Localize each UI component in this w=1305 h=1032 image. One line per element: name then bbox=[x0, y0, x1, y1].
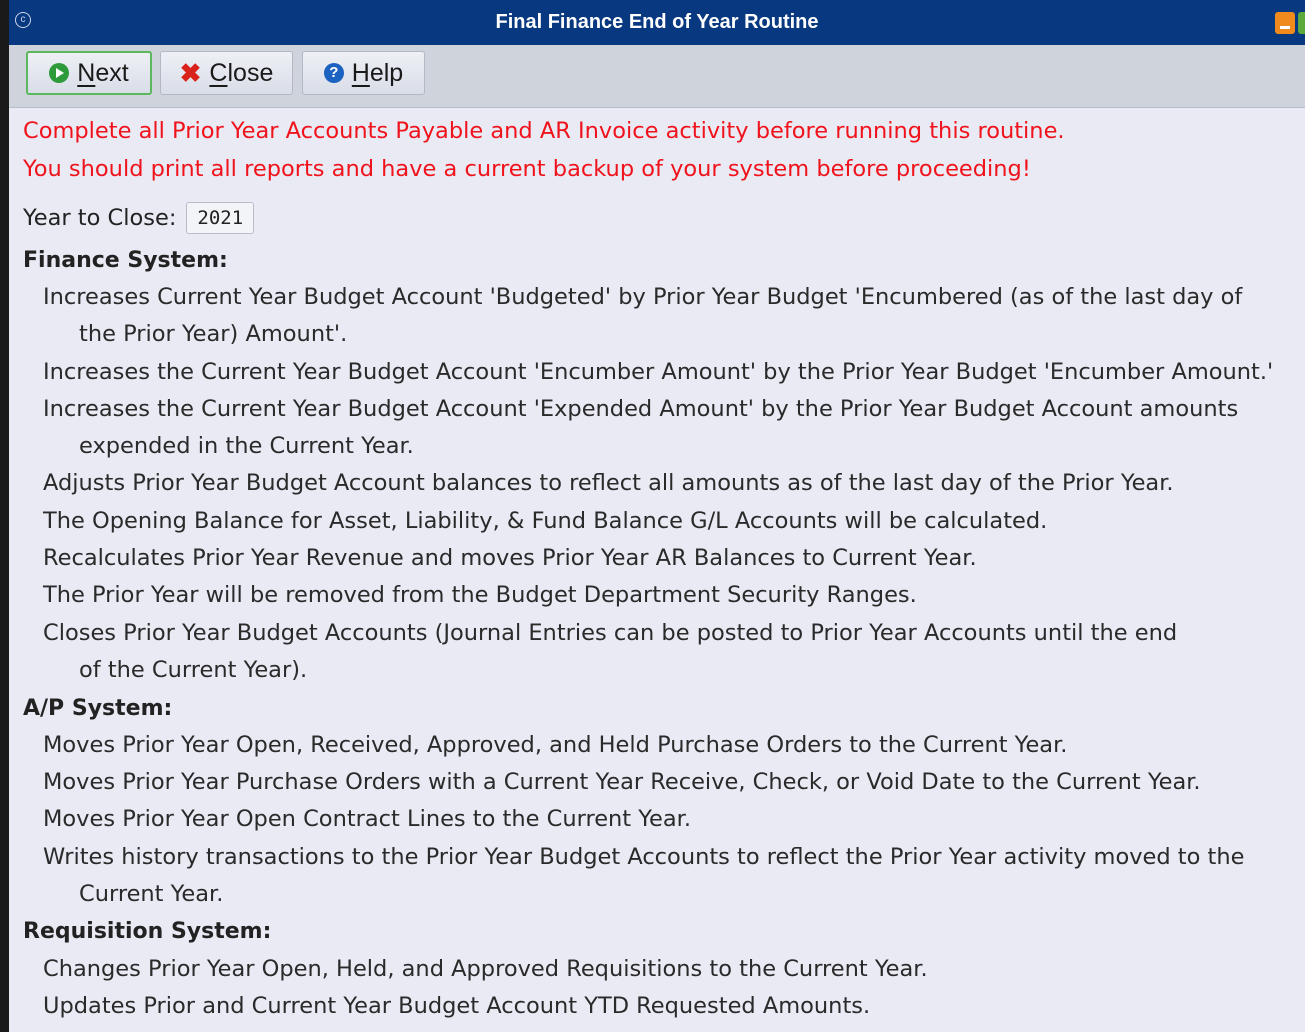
list-item: Moves Prior Year Open Contract Lines to … bbox=[43, 806, 691, 832]
list-item: Increases the Current Year Budget Accoun… bbox=[43, 359, 1274, 385]
title-bar: c Final Finance End of Year Routine bbox=[9, 0, 1305, 45]
list-item: Increases Current Year Budget Account 'B… bbox=[43, 284, 1243, 310]
help-button-label: Help bbox=[351, 58, 404, 87]
close-button[interactable]: ✖ Close bbox=[160, 51, 293, 95]
warning-message: You should print all reports and have a … bbox=[23, 156, 1031, 182]
list-item: Moves Prior Year Purchase Orders with a … bbox=[43, 769, 1201, 795]
year-to-close-label: Year to Close: bbox=[23, 205, 177, 231]
list-item: The Prior Year will be removed from the … bbox=[43, 582, 917, 608]
section-heading-ap: A/P System: bbox=[23, 696, 173, 721]
warning-message: Complete all Prior Year Accounts Payable… bbox=[23, 118, 1065, 144]
list-item: the Prior Year) Amount'. bbox=[79, 321, 348, 347]
list-item: Current Year. bbox=[79, 881, 224, 907]
list-item: The Opening Balance for Asset, Liability… bbox=[43, 508, 1048, 534]
next-button-label: Next bbox=[77, 58, 129, 87]
toolbar: Next ✖ Close ? Help bbox=[9, 45, 1305, 108]
section-heading-finance: Finance System: bbox=[23, 248, 228, 273]
next-button[interactable]: Next bbox=[26, 51, 152, 95]
question-circle-icon: ? bbox=[323, 63, 344, 83]
list-item: expended in the Current Year. bbox=[79, 433, 414, 459]
list-item: of the Current Year). bbox=[79, 657, 308, 683]
content-panel: Complete all Prior Year Accounts Payable… bbox=[9, 108, 1305, 1032]
list-item: Increases the Current Year Budget Accoun… bbox=[43, 396, 1239, 422]
year-to-close-row: Year to Close: 2021 bbox=[23, 201, 255, 235]
list-item: Closes Prior Year Budget Accounts (Journ… bbox=[43, 620, 1178, 646]
list-item: Recalculates Prior Year Revenue and move… bbox=[43, 545, 977, 571]
section-heading-requisition: Requisition System: bbox=[23, 919, 272, 944]
minimize-icon[interactable] bbox=[1275, 12, 1295, 34]
list-item: Changes Prior Year Open, Held, and Appro… bbox=[43, 956, 928, 982]
maximize-icon[interactable] bbox=[1298, 12, 1305, 34]
arrow-right-circle-icon bbox=[49, 63, 70, 83]
list-item: Moves Prior Year Open, Received, Approve… bbox=[43, 732, 1068, 758]
list-item: Updates Prior and Current Year Budget Ac… bbox=[43, 993, 871, 1019]
list-item: Adjusts Prior Year Budget Account balanc… bbox=[43, 470, 1174, 496]
close-x-icon: ✖ bbox=[179, 58, 202, 88]
window-title: Final Finance End of Year Routine bbox=[495, 11, 819, 33]
window-frame-left bbox=[0, 0, 9, 1032]
year-to-close-field[interactable]: 2021 bbox=[186, 202, 255, 234]
list-item: Writes history transactions to the Prior… bbox=[43, 844, 1245, 870]
close-button-label: Close bbox=[209, 58, 274, 87]
help-button[interactable]: ? Help bbox=[302, 51, 425, 95]
